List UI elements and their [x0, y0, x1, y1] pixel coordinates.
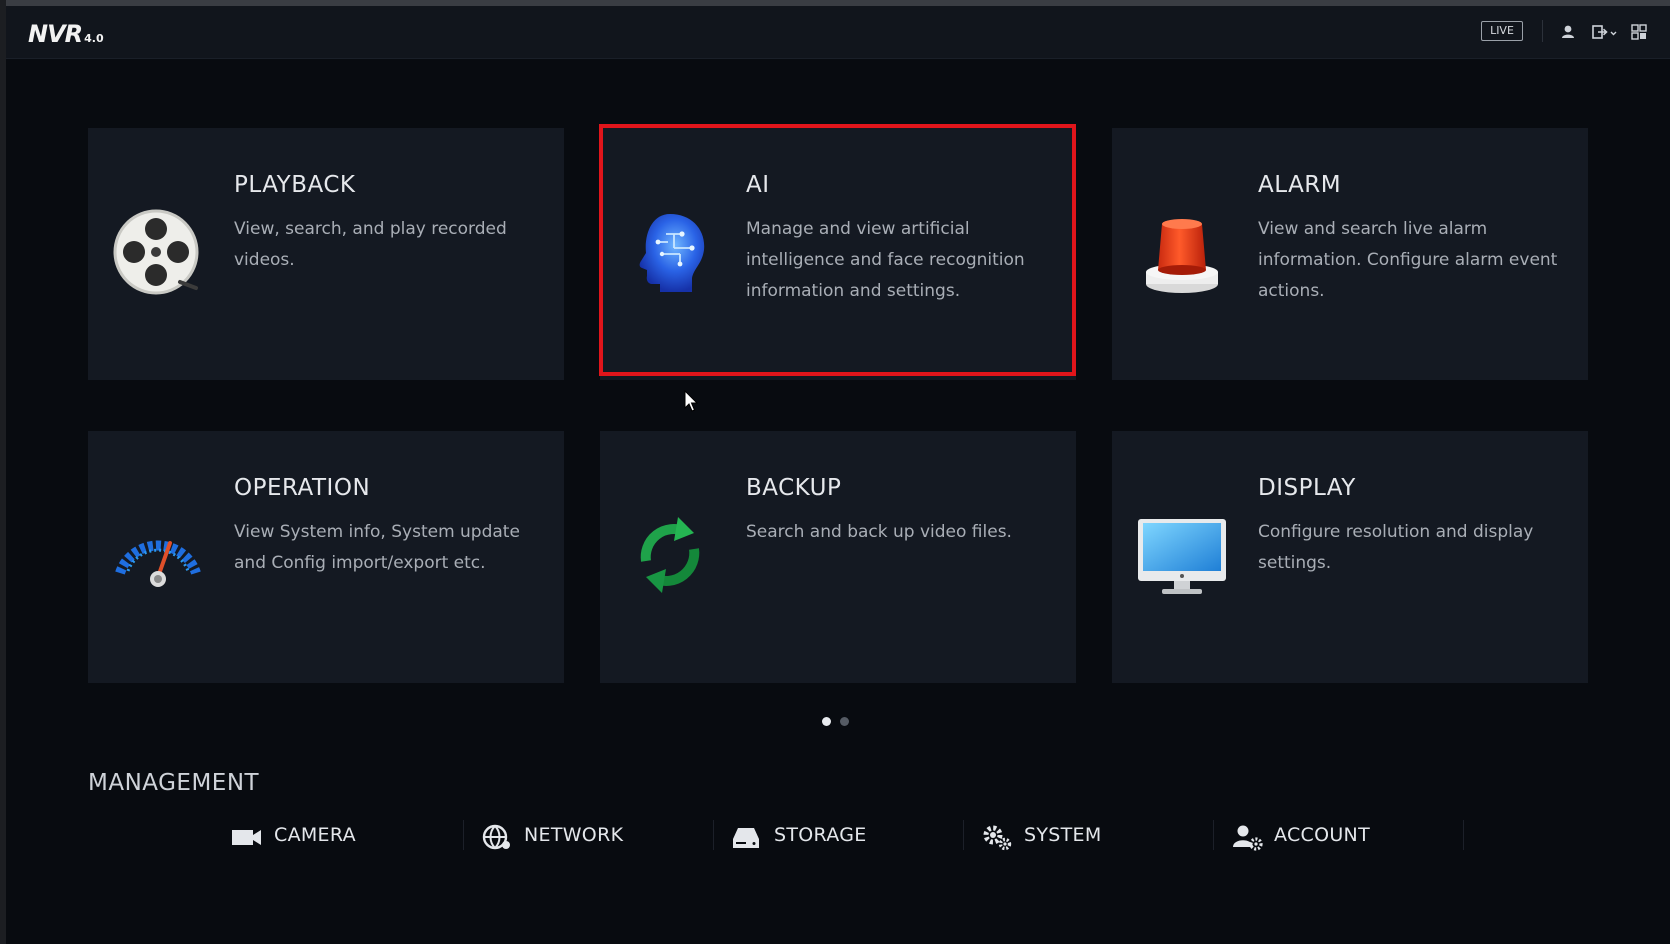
mgmt-divider [1213, 820, 1214, 850]
playback-card[interactable]: PLAYBACK View, search, and play recorded… [88, 128, 564, 380]
account-item[interactable]: ACCOUNT [1230, 816, 1400, 856]
storage-item[interactable]: STORAGE [730, 816, 890, 856]
monitor-icon [1138, 519, 1226, 594]
network-item[interactable]: NETWORK [480, 816, 640, 856]
management-title: MANAGEMENT [88, 770, 260, 796]
mgmt-divider [1463, 820, 1464, 850]
card-description: View and search live alarm information. … [1258, 219, 1558, 301]
logout-icon[interactable] [1591, 23, 1619, 41]
card-title: PLAYBACK [234, 172, 356, 198]
storage-label: STORAGE [774, 824, 867, 846]
logo-text: NVR [28, 20, 83, 48]
sync-arrows-icon [640, 517, 700, 593]
network-globe-icon [482, 824, 510, 850]
card-title: ALARM [1258, 172, 1342, 198]
selection-highlight [599, 124, 1076, 376]
mgmt-divider [963, 820, 964, 850]
gears-icon [983, 825, 1012, 851]
camera-item[interactable]: CAMERA [230, 816, 380, 856]
mouse-cursor-icon [684, 390, 699, 412]
page-indicator [822, 711, 858, 730]
alarm-card[interactable]: ALARM View and search live alarm informa… [1112, 128, 1588, 380]
gauge-icon [115, 540, 201, 587]
card-description: View, search, and play recorded videos. [234, 219, 507, 270]
backup-card[interactable]: BACKUP Search and back up video files. [600, 431, 1076, 683]
account-label: ACCOUNT [1274, 824, 1370, 846]
camera-icon [232, 830, 261, 845]
alarm-siren-icon [1146, 219, 1218, 293]
page-dot-1[interactable] [822, 717, 831, 726]
operation-card[interactable]: OPERATION View System info, System updat… [88, 431, 564, 683]
live-button[interactable]: LIVE [1481, 21, 1523, 41]
card-title: DISPLAY [1258, 475, 1356, 501]
display-card[interactable]: DISPLAY Configure resolution and display… [1112, 431, 1588, 683]
card-description: Configure resolution and display setting… [1258, 522, 1534, 573]
camera-label: CAMERA [274, 824, 356, 846]
page-dot-2[interactable] [840, 717, 849, 726]
card-title: OPERATION [234, 475, 371, 501]
logo-version: 4.0 [84, 32, 104, 45]
nvr-main-menu: NVR 4.0 LIVE PLAYBACK View, search, and … [6, 0, 1670, 944]
system-item[interactable]: SYSTEM [980, 816, 1140, 856]
grid-icon[interactable] [1630, 23, 1648, 41]
mgmt-divider [713, 820, 714, 850]
top-bar: NVR 4.0 LIVE [6, 6, 1670, 59]
nvr-logo: NVR 4.0 [28, 20, 104, 48]
mgmt-divider [463, 820, 464, 850]
film-reel-icon [113, 209, 199, 295]
user-icon[interactable] [1559, 23, 1577, 41]
network-label: NETWORK [524, 824, 624, 846]
account-gear-icon [1233, 825, 1263, 851]
card-title: BACKUP [746, 475, 842, 501]
system-label: SYSTEM [1024, 824, 1102, 846]
top-divider [1542, 20, 1543, 42]
card-description: View System info, System update and Conf… [234, 522, 520, 573]
storage-drive-icon [733, 828, 759, 848]
card-description: Search and back up video files. [746, 522, 1012, 542]
